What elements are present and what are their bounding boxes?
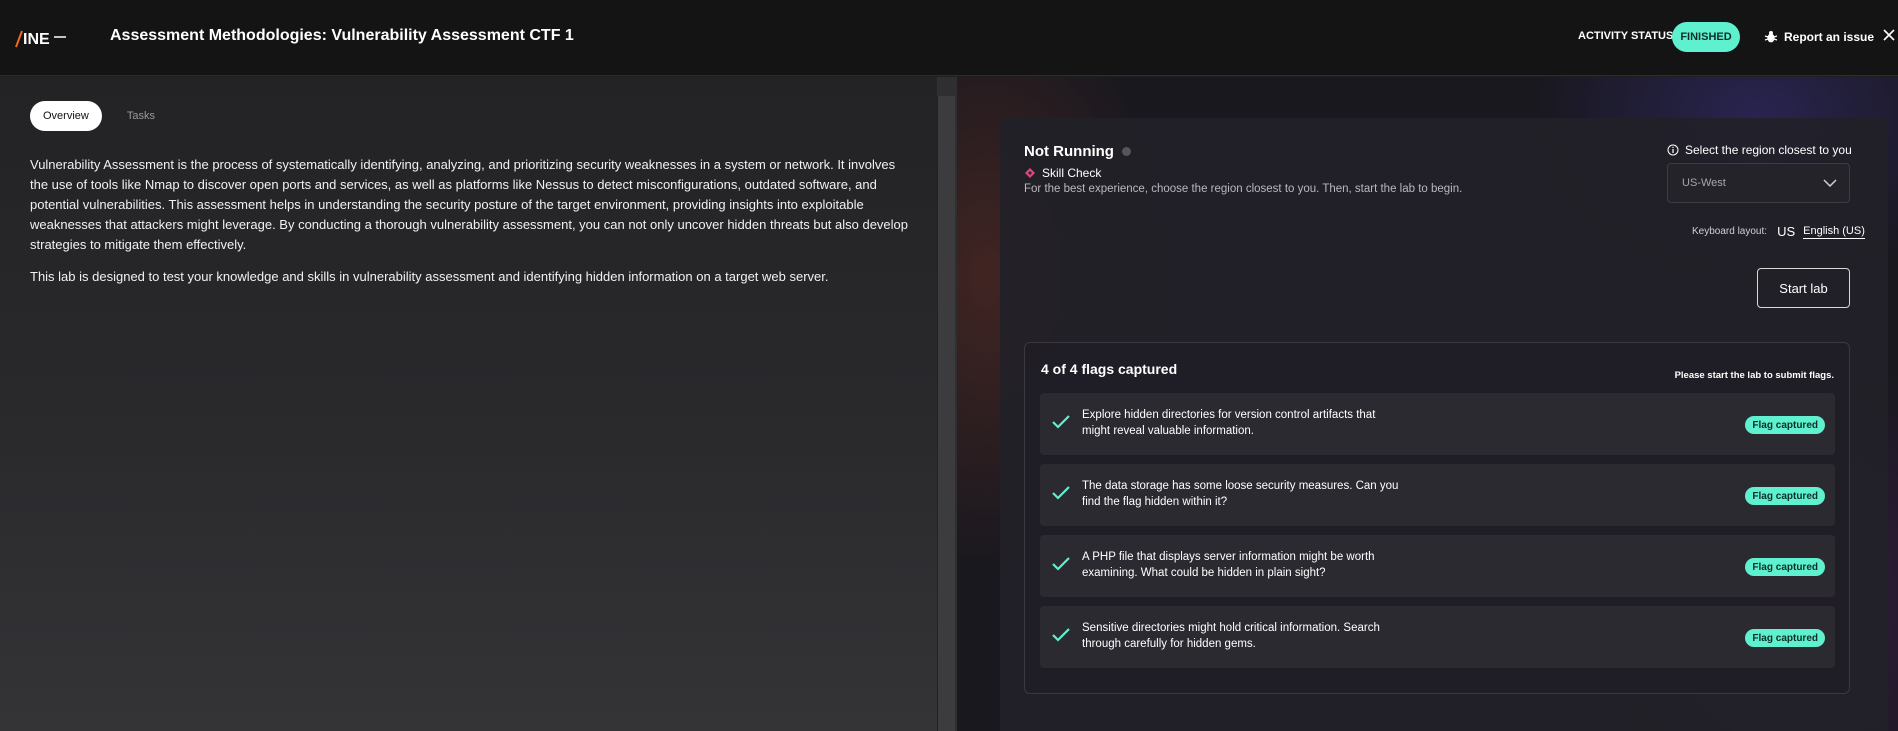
chevron-down-icon xyxy=(1823,179,1837,187)
activity-status-label: ACTIVITY STATUS: xyxy=(1578,30,1677,42)
ine-logo[interactable]: INE xyxy=(14,25,70,51)
flags-section: 4 of 4 flags captured Please start the l… xyxy=(1024,342,1850,694)
flag-description: Sensitive directories might hold critica… xyxy=(1082,622,1380,650)
check-icon xyxy=(1052,415,1070,429)
flag-status-badge: Flag captured xyxy=(1745,558,1825,576)
description-paragraph: Vulnerability Assessment is the process … xyxy=(30,157,909,252)
keyboard-layout-label: Keyboard layout: xyxy=(1692,226,1768,237)
flag-description: A PHP file that displays server informat… xyxy=(1082,551,1375,579)
lab-hint: For the best experience, choose the regi… xyxy=(1024,183,1463,195)
flag-status-badge: Flag captured xyxy=(1745,416,1825,434)
flag-status-badge: Flag captured xyxy=(1745,487,1825,505)
close-icon[interactable] xyxy=(1882,28,1896,42)
tab-tasks[interactable]: Tasks xyxy=(114,101,168,131)
flag-item: The data storage has some loose security… xyxy=(1040,464,1835,526)
flag-item: Sensitive directories might hold critica… xyxy=(1040,606,1835,668)
region-label-text: Select the region closest to you xyxy=(1685,143,1852,157)
flags-note: Please start the lab to submit flags. xyxy=(1674,370,1834,381)
flag-item: Explore hidden directories for version c… xyxy=(1040,393,1835,455)
svg-text:INE: INE xyxy=(23,31,50,48)
info-icon xyxy=(1667,144,1679,156)
flag-status-badge: Flag captured xyxy=(1745,629,1825,647)
lab-type-label: Skill Check xyxy=(1042,166,1102,180)
description-paragraph: This lab is designed to test your knowle… xyxy=(30,269,829,284)
check-icon xyxy=(1052,557,1070,571)
keyboard-layout-code: US xyxy=(1777,224,1796,239)
flags-summary: 4 of 4 flags captured xyxy=(1041,361,1178,377)
lab-type: Skill Check xyxy=(1024,166,1101,180)
region-select-value: US-West xyxy=(1682,177,1726,189)
activity-status-badge: FINISHED xyxy=(1672,22,1740,52)
check-icon xyxy=(1052,628,1070,642)
start-lab-button[interactable]: Start lab xyxy=(1757,268,1850,308)
scrollbar[interactable] xyxy=(937,96,955,731)
region-select[interactable]: US-West xyxy=(1667,163,1850,203)
lab-status: Not Running xyxy=(1024,143,1131,160)
overview-panel: Overview Tasks Vulnerability Assessment … xyxy=(0,77,937,731)
region-label: Select the region closest to you xyxy=(1667,143,1852,157)
status-dot-icon xyxy=(1121,147,1131,156)
flag-description: The data storage has some loose security… xyxy=(1082,480,1399,508)
page-title: Assessment Methodologies: Vulnerability … xyxy=(110,27,574,44)
lab-panel: Not Running Skill Check For the best exp… xyxy=(957,77,1898,731)
keyboard-layout: Keyboard layout: US English (US) xyxy=(1692,224,1865,239)
bug-icon xyxy=(1764,31,1778,43)
keyboard-layout-select[interactable]: English (US) xyxy=(1803,225,1865,239)
lab-description: Vulnerability Assessment is the process … xyxy=(30,155,910,287)
report-issue-button[interactable]: Report an issue xyxy=(1764,26,1874,48)
flag-description: Explore hidden directories for version c… xyxy=(1082,409,1376,437)
diamond-icon xyxy=(1025,168,1035,178)
top-bar: INE Assessment Methodologies: Vulnerabil… xyxy=(0,0,1898,76)
flag-item: A PHP file that displays server informat… xyxy=(1040,535,1835,597)
lab-status-text: Not Running xyxy=(1024,143,1114,160)
tab-overview[interactable]: Overview xyxy=(30,101,102,131)
tab-bar: Overview Tasks xyxy=(30,101,168,131)
check-icon xyxy=(1052,486,1070,500)
lab-card: Not Running Skill Check For the best exp… xyxy=(1000,118,1888,731)
report-issue-label: Report an issue xyxy=(1784,30,1875,44)
